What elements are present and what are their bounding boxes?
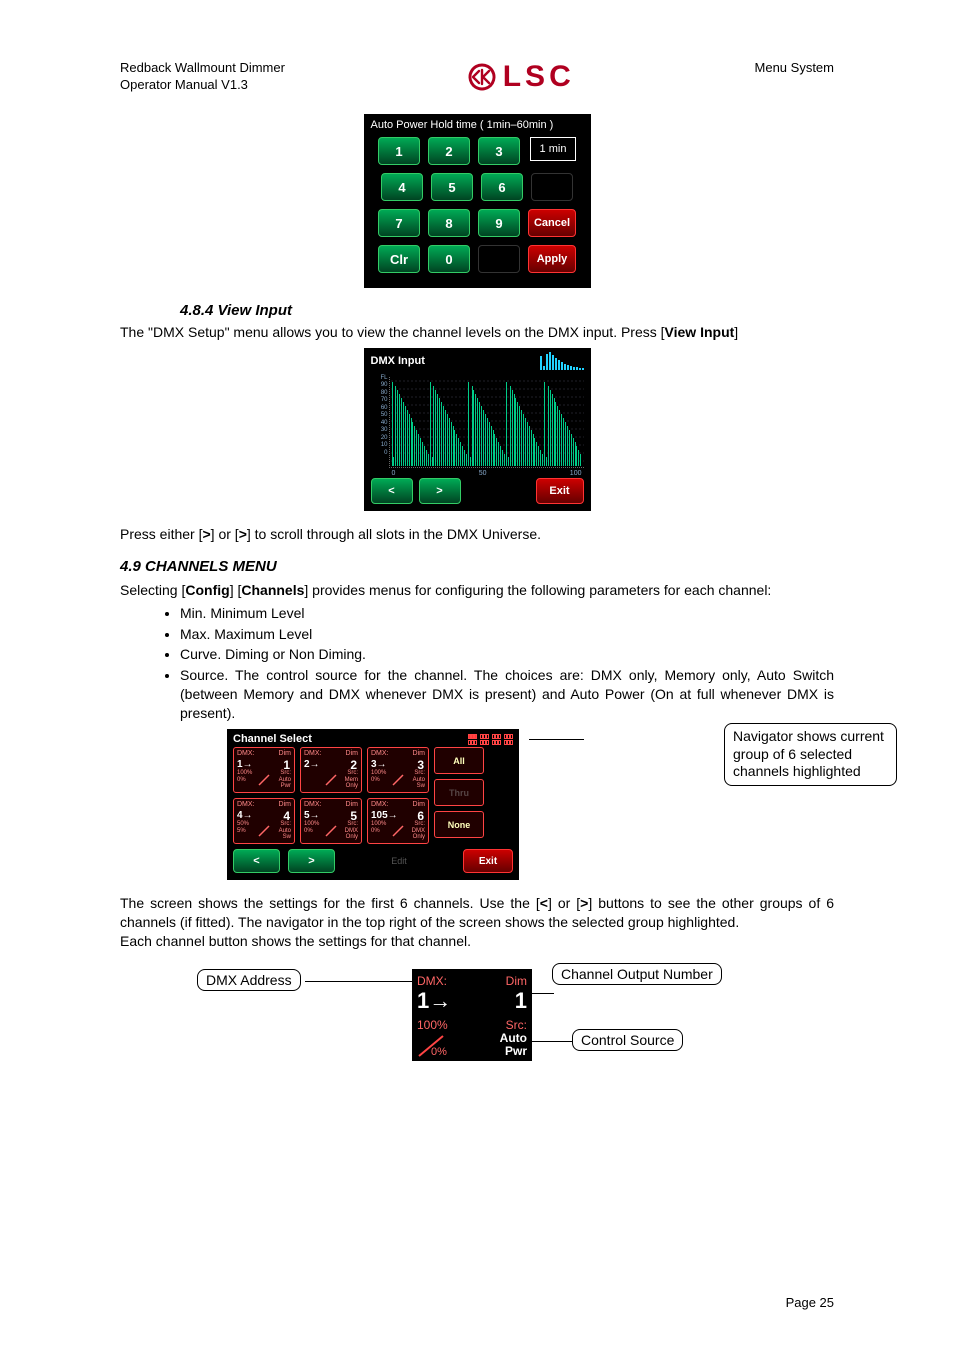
- navigator-callout: Navigator shows current group of 6 selec…: [724, 723, 897, 786]
- channel-cell-5[interactable]: DMX:Dim5→5100%0%Src:DMXOnly: [300, 798, 362, 844]
- doc-title: Redback Wallmount Dimmer: [120, 60, 285, 75]
- navigator-icon: [468, 734, 513, 745]
- dmx-exit-button[interactable]: Exit: [536, 478, 584, 504]
- ch-prev-button[interactable]: <: [233, 849, 280, 873]
- key-0[interactable]: 0: [428, 245, 470, 273]
- header-left: Redback Wallmount Dimmer Operator Manual…: [120, 60, 285, 94]
- key-6[interactable]: 6: [481, 173, 523, 201]
- detail-num: 1: [515, 988, 527, 1014]
- channel-cell-3[interactable]: DMX:Dim3→3100%0%Src:AutoSw: [367, 747, 429, 793]
- dmx-graph: FL9080 706050 403020 100 050100: [389, 377, 584, 468]
- logo-text: LSC: [503, 60, 575, 94]
- dmx-x-axis: 050100: [390, 470, 584, 477]
- heading-484: 4.8.4 View Input: [180, 302, 834, 319]
- list-item: Max. Maximum Level: [180, 625, 834, 644]
- key-2[interactable]: 2: [428, 137, 470, 165]
- para-scroll: Press either [>] or [>] to scroll throug…: [120, 525, 834, 544]
- page-number: Page 25: [786, 1295, 834, 1310]
- callout-dmx-address: DMX Address: [197, 969, 301, 991]
- channel-params-list: Min. Minimum Level Max. Maximum Level Cu…: [160, 604, 834, 723]
- key-4[interactable]: 4: [381, 173, 423, 201]
- callout-connector: [529, 739, 584, 740]
- none-button[interactable]: None: [434, 811, 484, 838]
- keypad-title: Auto Power Hold time ( 1min–60min ): [365, 115, 590, 131]
- thru-button[interactable]: Thru: [434, 779, 484, 806]
- logo: LSC: [465, 60, 575, 94]
- keypad-value: 1 min: [530, 137, 576, 161]
- ch-exit-button[interactable]: Exit: [463, 849, 513, 873]
- list-item: Source. The control source for the chann…: [180, 666, 834, 723]
- para-484: The "DMX Setup" menu allows you to view …: [120, 323, 834, 342]
- cancel-button[interactable]: Cancel: [528, 209, 576, 237]
- dmx-next-button[interactable]: >: [419, 478, 461, 504]
- dmx-y-axis: FL9080 706050 403020 100: [370, 375, 388, 458]
- key-3[interactable]: 3: [478, 137, 520, 165]
- para-after-ch-2: Each channel button shows the settings f…: [120, 932, 834, 951]
- dmx-prev-button[interactable]: <: [371, 478, 413, 504]
- ch-next-button[interactable]: >: [288, 849, 335, 873]
- detail-addr: 1→: [417, 988, 451, 1014]
- para-49-1: Selecting [Config] [Channels] provides m…: [120, 581, 834, 600]
- dmx-title: DMX Input: [371, 355, 425, 367]
- channel-detail-cell: DMX: Dim 1→ 1 100% Src: Auto Pwr 0%: [412, 969, 532, 1061]
- key-blank: [531, 173, 573, 201]
- detail-diagram: DMX Address Channel Output Number Contro…: [197, 951, 757, 1081]
- key-9[interactable]: 9: [478, 209, 520, 237]
- list-item: Min. Minimum Level: [180, 604, 834, 623]
- channel-cell-4[interactable]: DMX:Dim4→450%5%Src:AutoSw: [233, 798, 295, 844]
- key-8[interactable]: 8: [428, 209, 470, 237]
- channel-cell-6[interactable]: DMX:Dim105→6100%0%Src:DMXOnly: [367, 798, 429, 844]
- key-5[interactable]: 5: [431, 173, 473, 201]
- dmx-input-screen: DMX Input FL9080 706050 403020 100 05010…: [364, 348, 591, 511]
- key-1[interactable]: 1: [378, 137, 420, 165]
- all-button[interactable]: All: [434, 747, 484, 774]
- key-clr[interactable]: Clr: [378, 245, 420, 273]
- apply-button[interactable]: Apply: [528, 245, 576, 273]
- channel-cell-2[interactable]: DMX:Dim2→2Src:MemOnly: [300, 747, 362, 793]
- logo-icon: [465, 62, 499, 92]
- edit-label: Edit: [343, 856, 455, 866]
- channel-select-title: Channel Select: [233, 733, 312, 745]
- keypad-screen: Auto Power Hold time ( 1min–60min ) 1 2 …: [364, 114, 591, 288]
- dmx-sparkline-icon: [540, 352, 584, 370]
- callout-control-source: Control Source: [572, 1029, 683, 1051]
- key-7[interactable]: 7: [378, 209, 420, 237]
- list-item: Curve. Diming or Non Diming.: [180, 645, 834, 664]
- doc-version: Operator Manual V1.3: [120, 77, 248, 92]
- key-blank-2: [478, 245, 520, 273]
- callout-output-num: Channel Output Number: [552, 963, 722, 985]
- para-after-ch-1: The screen shows the settings for the fi…: [120, 894, 834, 932]
- channel-select-screen: Channel Select: [227, 729, 519, 880]
- channel-cell-1[interactable]: DMX:Dim1→1100%0%Src:AutoPwr: [233, 747, 295, 793]
- header-right: Menu System: [755, 60, 834, 75]
- heading-49: 4.9 CHANNELS MENU: [120, 558, 834, 575]
